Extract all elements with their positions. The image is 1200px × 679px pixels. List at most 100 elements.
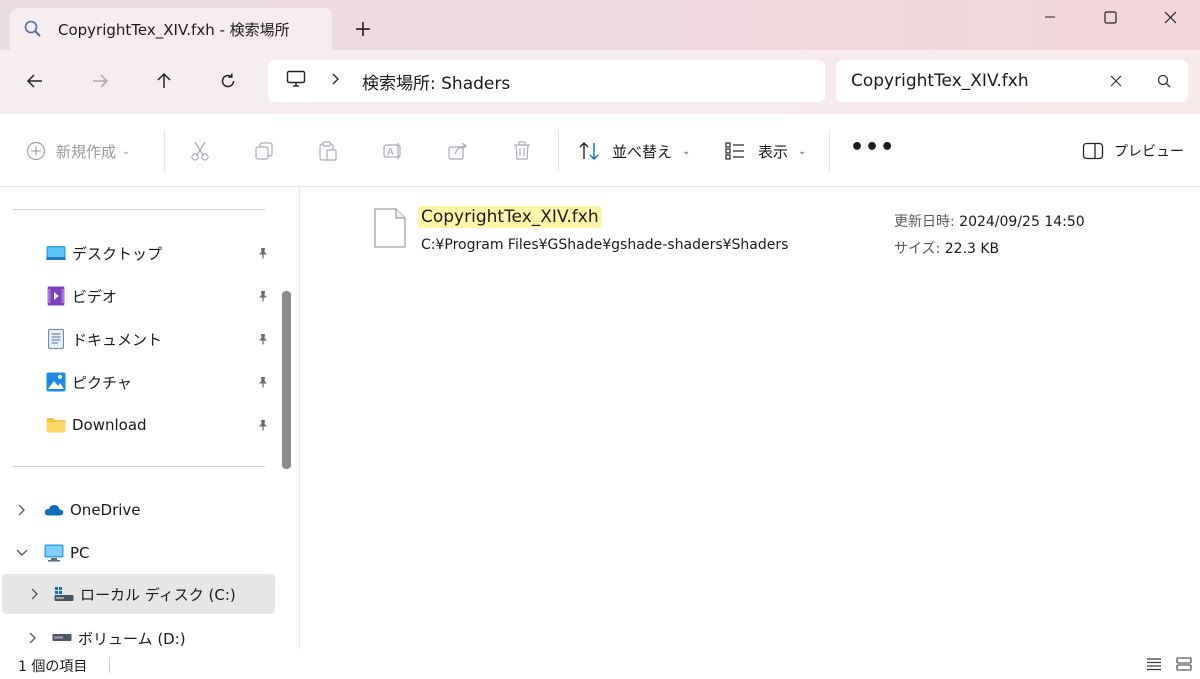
sort-label: 並べ替え [612,142,673,161]
sidebar-item-label: Download [72,416,147,434]
file-size: サイズ: 22.3 KB [894,238,999,258]
cut-icon[interactable] [188,139,212,163]
new-button[interactable]: 新規作成 ⌄ [26,138,130,164]
refresh-button[interactable] [211,64,245,98]
breadcrumb[interactable]: 検索場所: Shaders [362,69,510,94]
address-bar[interactable]: 検索場所: Shaders [268,60,825,102]
status-divider [109,657,110,673]
chevron-right-icon[interactable] [15,504,29,516]
close-button[interactable] [1140,0,1200,34]
sidebar-item-label: ビデオ [72,287,118,306]
search-icon [22,18,44,40]
sort-button[interactable]: 並べ替え ⌄ [578,138,690,164]
copy-icon[interactable] [252,139,276,163]
search-box[interactable]: CopyrightTex_XIV.fxh [836,60,1188,102]
file-name[interactable]: CopyrightTex_XIV.fxh [418,206,602,228]
sidebar-item-label: PC [70,544,90,562]
paste-icon[interactable] [316,139,340,163]
pc-icon [44,543,64,563]
command-bar: 新規作成 ⌄ A 並べ替え ⌄ 表示 ⌄ ••• プレビュー [0,114,1200,187]
sidebar-item-label: ボリューム (D:) [78,629,186,648]
tiles-view-icon [1176,657,1192,671]
sidebar-item-desktop[interactable]: デスクトップ [0,233,275,273]
navigation-pane: デスクトップ ビデオ ドキュメント ピクチャ Download OneDrive… [0,187,300,649]
preview-label: プレビュー [1114,144,1184,160]
toolbar-divider [558,130,559,172]
sidebar-item-documents[interactable]: ドキュメント [0,319,275,359]
toolbar-divider [829,130,830,172]
tiles-view-button[interactable] [1174,654,1194,674]
desktop-icon [46,243,66,263]
sidebar-item-video[interactable]: ビデオ [0,276,275,316]
arrow-up-icon [157,72,171,88]
pin-icon[interactable] [255,374,271,390]
preview-pane-button[interactable]: プレビュー [1082,138,1184,164]
sidebar-item-label: ピクチャ [72,373,132,392]
sidebar-divider [13,209,265,210]
sidebar-item-label: デスクトップ [72,244,163,263]
preview-pane-icon [1082,142,1104,160]
sidebar-item-label: ローカル ディスク (C:) [80,585,236,604]
search-results-pane: CopyrightTex_XIV.fxh C:¥Program Files¥GS… [300,187,1200,649]
maximize-button[interactable] [1080,0,1140,34]
pin-icon[interactable] [255,331,271,347]
search-icon[interactable] [1152,74,1176,88]
chevron-down-icon: ⌄ [682,145,691,157]
pin-icon[interactable] [255,288,271,304]
new-tab-button[interactable]: + [350,16,376,42]
chevron-down-icon: ⌄ [122,145,131,157]
up-button[interactable] [147,64,181,98]
chevron-down-icon[interactable] [15,549,29,557]
forward-button[interactable] [83,64,117,98]
sidebar-divider [13,466,265,467]
sidebar-item-pictures[interactable]: ピクチャ [0,362,275,402]
toolbar-divider [164,130,165,172]
modified-value: 2024/09/25 14:50 [959,214,1085,230]
arrow-right-icon [93,74,109,88]
rename-icon[interactable]: A [381,139,405,163]
search-input[interactable]: CopyrightTex_XIV.fxh [851,71,1104,91]
chevron-right-icon[interactable] [26,632,40,644]
video-icon [46,286,66,306]
size-label: サイズ: [894,241,941,257]
chevron-down-icon: ⌄ [798,145,807,157]
tab-search-result[interactable]: CopyrightTex_XIV.fxh - 検索場所 [10,8,332,50]
chevron-right-icon[interactable] [332,73,340,89]
refresh-icon [221,73,235,88]
pin-icon[interactable] [255,245,271,261]
sidebar-item-pc[interactable]: PC [0,533,275,573]
drive-icon [54,584,74,604]
sidebar-item-local-disk-c[interactable]: ローカル ディスク (C:) [2,574,275,614]
size-value: 22.3 KB [944,241,1000,257]
file-path: C:¥Program Files¥GShade¥gshade-shaders¥S… [421,237,789,253]
modified-label: 更新日時: [894,214,955,230]
pin-icon[interactable] [255,417,271,433]
monitor-icon [286,70,306,92]
view-button[interactable]: 表示 ⌄ [724,138,806,164]
svg-text:A: A [387,147,394,158]
view-label: 表示 [758,142,789,161]
plus-circle-icon [26,141,46,161]
view-list-icon [725,142,744,160]
chevron-right-icon[interactable] [28,588,42,600]
document-icon [46,329,66,349]
title-bar: CopyrightTex_XIV.fxh - 検索場所 + [0,0,1200,50]
navigation-bar: 検索場所: Shaders CopyrightTex_XIV.fxh [0,50,1200,114]
modified-date: 更新日時: 2024/09/25 14:50 [894,211,1085,231]
more-options-button[interactable]: ••• [850,134,895,160]
drive-icon [52,628,72,648]
tab-label: CopyrightTex_XIV.fxh - 検索場所 [58,20,290,39]
delete-icon[interactable] [510,139,534,163]
folder-icon [46,415,66,435]
cloud-icon [44,500,64,520]
sidebar-scrollbar[interactable] [282,291,291,469]
item-count: 1 個の項目 [18,659,88,675]
sidebar-item-onedrive[interactable]: OneDrive [0,490,275,530]
details-view-button[interactable] [1144,654,1164,674]
back-button[interactable] [18,64,52,98]
clear-search-icon[interactable] [1104,75,1128,87]
sidebar-item-download[interactable]: Download [0,405,275,445]
minimize-button[interactable] [1020,0,1080,34]
new-button-label: 新規作成 [56,142,117,161]
share-icon[interactable] [446,139,470,163]
